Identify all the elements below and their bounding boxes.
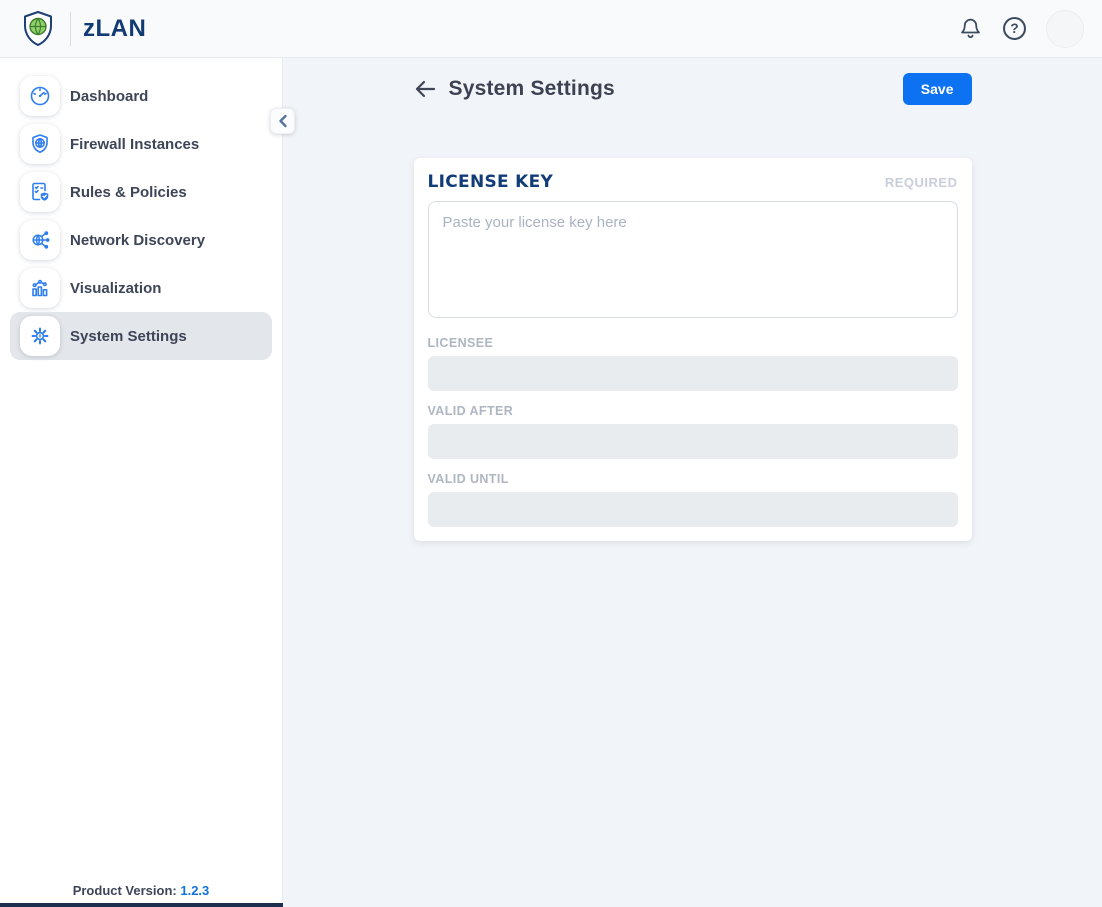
sidebar-item-rules-policies[interactable]: Rules & Policies xyxy=(10,168,272,216)
brand-name: zLAN xyxy=(83,15,146,43)
chevron-left-icon xyxy=(277,114,289,128)
sidebar-item-label: Visualization xyxy=(70,280,161,297)
sidebar-item-label: Firewall Instances xyxy=(70,136,199,153)
sidebar-nav: Dashboard Firewall Instances xyxy=(0,58,282,360)
shield-globe-logo-icon xyxy=(18,9,58,49)
product-version-number: 1.2.3 xyxy=(180,883,209,898)
help-icon: ? xyxy=(1001,15,1028,42)
licensee-label: LICENSEE xyxy=(428,336,958,350)
bell-icon xyxy=(958,16,983,41)
valid-after-field: VALID AFTER xyxy=(428,404,958,459)
sidebar-item-firewall-instances[interactable]: Firewall Instances xyxy=(10,120,272,168)
sidebar-item-label: Rules & Policies xyxy=(70,184,187,201)
brand-divider xyxy=(70,12,71,46)
valid-until-field: VALID UNTIL xyxy=(428,472,958,527)
network-globe-icon xyxy=(20,220,60,260)
product-version: Product Version: 1.2.3 xyxy=(0,883,282,898)
arrow-left-icon xyxy=(414,79,436,99)
help-button[interactable]: ? xyxy=(1001,15,1028,42)
save-button[interactable]: Save xyxy=(903,73,972,105)
product-version-label: Product Version: xyxy=(73,883,177,898)
page-title: System Settings xyxy=(449,77,615,101)
back-button[interactable] xyxy=(414,79,436,99)
license-key-input[interactable] xyxy=(428,201,958,318)
shield-globe-icon xyxy=(20,124,60,164)
user-avatar[interactable] xyxy=(1046,10,1084,48)
valid-after-label: VALID AFTER xyxy=(428,404,958,418)
sidebar-item-visualization[interactable]: Visualization xyxy=(10,264,272,312)
app-header: zLAN ? xyxy=(0,0,1102,58)
license-card-header: LICENSE KEY REQUIRED xyxy=(428,172,958,192)
bar-chart-icon xyxy=(20,268,60,308)
gear-icon xyxy=(20,316,60,356)
sidebar-bottom-bar xyxy=(0,903,283,907)
sidebar-item-label: Dashboard xyxy=(70,88,148,105)
license-key-title: LICENSE KEY xyxy=(428,172,554,192)
main-content: System Settings Save LICENSE KEY REQUIRE… xyxy=(283,58,1102,907)
required-badge: REQUIRED xyxy=(885,175,958,190)
sidebar-item-dashboard[interactable]: Dashboard xyxy=(10,72,272,120)
sidebar-item-network-discovery[interactable]: Network Discovery xyxy=(10,216,272,264)
licensee-field: LICENSEE xyxy=(428,336,958,391)
licensee-input xyxy=(428,356,958,391)
sidebar-item-label: System Settings xyxy=(70,328,187,345)
page-header: System Settings Save xyxy=(414,72,972,106)
svg-text:?: ? xyxy=(1010,21,1018,36)
brand-logo-group: zLAN xyxy=(18,9,146,49)
notifications-button[interactable] xyxy=(958,16,983,41)
valid-until-input xyxy=(428,492,958,527)
sidebar-collapse-button[interactable] xyxy=(270,108,295,134)
sidebar-item-system-settings[interactable]: System Settings xyxy=(10,312,272,360)
sidebar-item-label: Network Discovery xyxy=(70,232,205,249)
license-key-card: LICENSE KEY REQUIRED LICENSEE VALID AFTE… xyxy=(414,158,972,541)
gauge-icon xyxy=(20,76,60,116)
sidebar: Dashboard Firewall Instances xyxy=(0,58,283,907)
valid-after-input xyxy=(428,424,958,459)
checklist-shield-icon xyxy=(20,172,60,212)
valid-until-label: VALID UNTIL xyxy=(428,472,958,486)
header-actions: ? xyxy=(958,10,1084,48)
